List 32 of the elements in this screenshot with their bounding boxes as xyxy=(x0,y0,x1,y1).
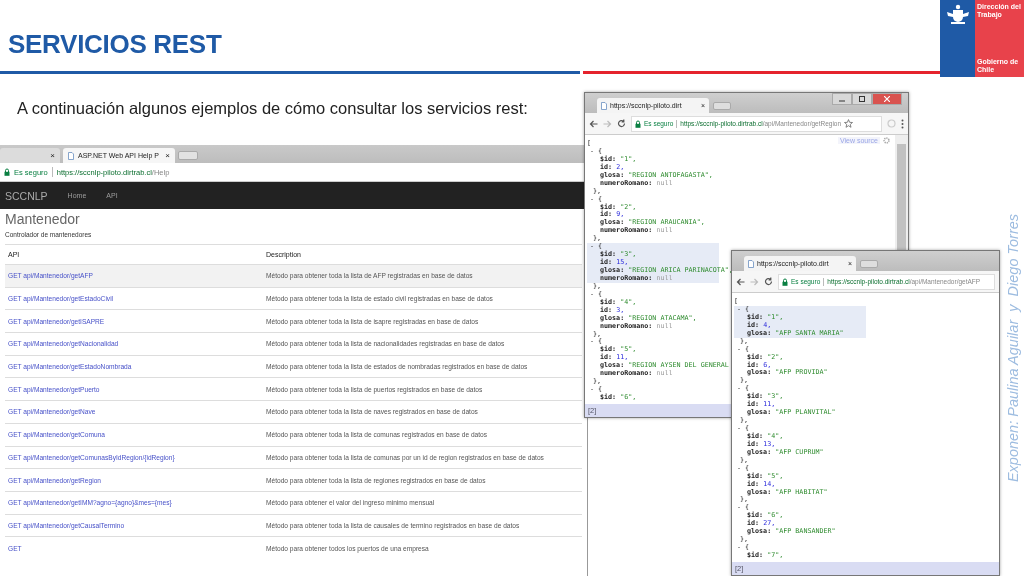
menu-icon[interactable] xyxy=(901,118,904,129)
star-icon[interactable] xyxy=(844,119,854,128)
page-icon xyxy=(68,151,74,160)
maximize-icon xyxy=(859,96,865,102)
extension-icon[interactable] xyxy=(887,119,896,128)
lock-icon xyxy=(782,277,788,286)
lock-icon xyxy=(635,119,641,128)
close-tab-button[interactable]: × xyxy=(165,151,170,160)
back-arrow-icon[interactable] xyxy=(736,277,745,286)
new-tab-button[interactable] xyxy=(178,151,198,160)
forward-arrow-icon[interactable] xyxy=(603,119,612,128)
new-tab-button[interactable] xyxy=(860,260,878,268)
page-icon xyxy=(601,101,607,110)
brand-link[interactable]: SCCNLP xyxy=(5,189,48,202)
back-arrow-icon[interactable] xyxy=(589,119,598,128)
reload-icon[interactable] xyxy=(764,277,773,286)
speaker-credit: Exponen: Paulina Aguilar y Diego Torres xyxy=(1004,212,1022,485)
close-tab-button[interactable]: × xyxy=(50,151,55,160)
lock-icon xyxy=(4,168,10,176)
reload-icon[interactable] xyxy=(617,119,626,128)
close-icon xyxy=(884,96,890,102)
scrollbar[interactable] xyxy=(895,135,908,251)
new-tab-button[interactable] xyxy=(713,102,731,110)
close-button[interactable] xyxy=(872,93,902,105)
forward-arrow-icon[interactable] xyxy=(750,277,759,286)
emblem-icon xyxy=(944,4,971,26)
slide-title: SERVICIOS REST xyxy=(8,29,223,60)
page-heading: Mantenedor xyxy=(5,211,81,227)
maximize-button[interactable] xyxy=(852,93,872,105)
intro-text: A continuación algunos ejemplos de cómo consultar los servicios rest: xyxy=(17,99,528,118)
browser-tab[interactable]: × xyxy=(0,148,60,163)
page-icon xyxy=(748,259,754,268)
